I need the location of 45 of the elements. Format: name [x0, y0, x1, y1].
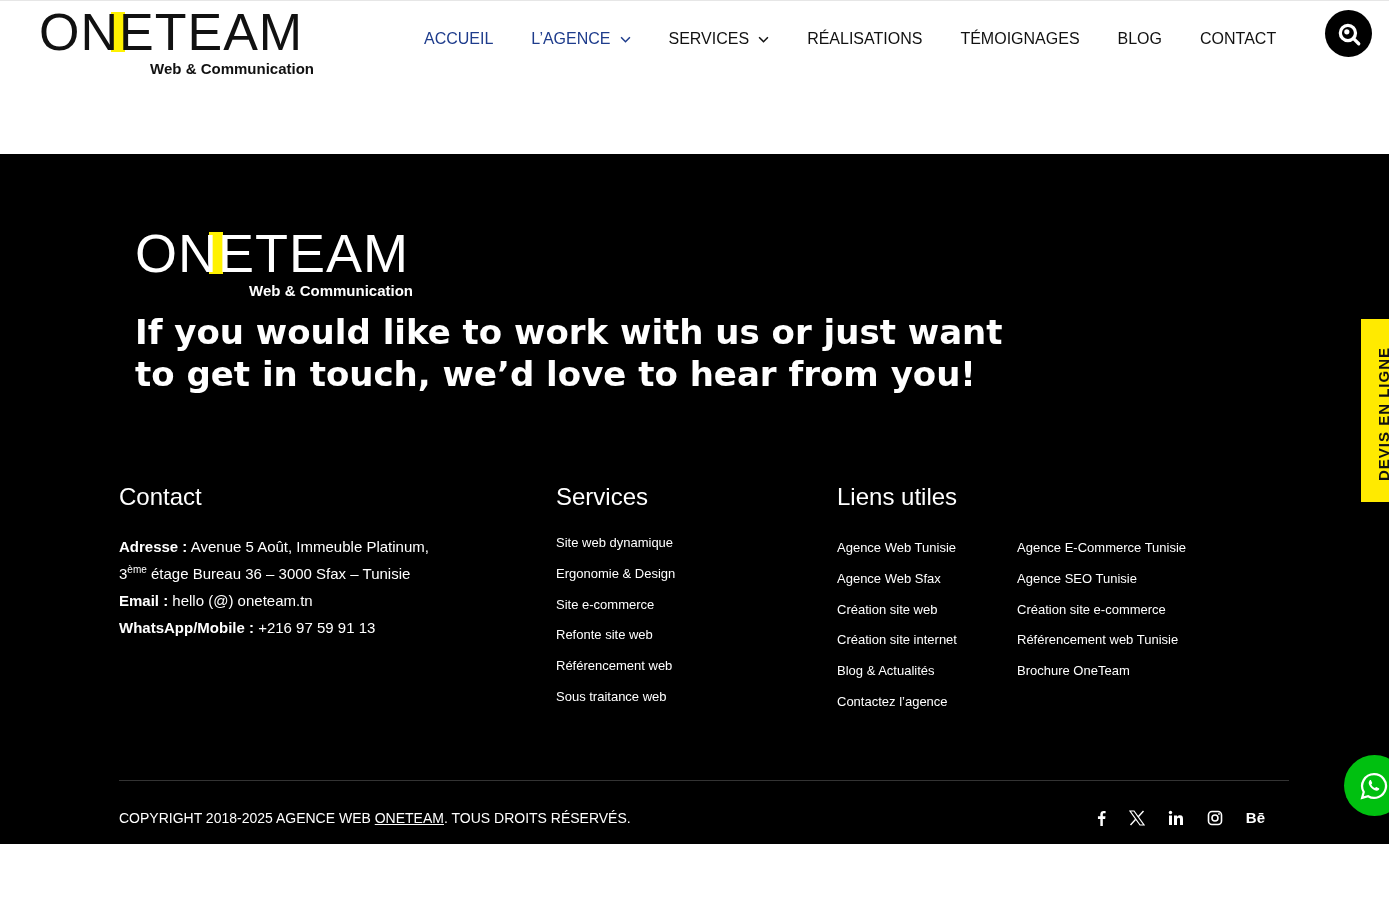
copyright-text: COPYRIGHT 2018-2025 AGENCE WEB ONETEAM. TOUS DROITS RÉSERVÉS.: [119, 809, 631, 826]
headline: If you would like to work with us or just want to get in touch, we’d love to hear from you!: [135, 311, 1004, 395]
footer-link[interactable]: Site e-commerce: [556, 596, 837, 613]
footer-link[interactable]: Brochure OneTeam: [1017, 663, 1197, 680]
footer-link[interactable]: Agence E-Commerce Tunisie: [1017, 540, 1197, 556]
footer-link[interactable]: Refonte site web: [556, 627, 837, 644]
footer-link[interactable]: Blog & Actualités: [837, 663, 1017, 680]
nav-link[interactable]: SERVICES: [668, 30, 770, 48]
search-button[interactable]: [1325, 10, 1372, 57]
footer-link[interactable]: Agence Web Tunisie: [837, 540, 1017, 556]
contact-line: Email : hello (@) oneteam.tn: [119, 591, 314, 611]
column-title: Liens utiles: [837, 483, 959, 511]
column-title: Services: [556, 483, 650, 511]
x-icon[interactable]: [1128, 809, 1145, 826]
behance-link[interactable]: Bē: [1245, 809, 1265, 827]
caret-icon: [619, 35, 631, 43]
column-title: Contact: [119, 483, 203, 511]
copyright-link[interactable]: ONETEAM: [374, 809, 444, 826]
footer-link[interactable]: Site web dynamique: [556, 535, 837, 551]
linkedin-icon[interactable]: [1167, 809, 1184, 826]
footer-link[interactable]: Contactez l’agence: [837, 694, 1017, 710]
nav-link[interactable]: TÉMOIGNAGES: [960, 30, 1080, 48]
logo-tagline: Web & Communication: [150, 60, 314, 77]
footer-link[interactable]: Sous traitance web: [556, 689, 837, 705]
footer-link[interactable]: Création site internet: [837, 632, 1017, 649]
logo-tagline: Web & Communication: [249, 282, 413, 299]
nav-link[interactable]: L’AGENCE: [531, 30, 631, 48]
footer-link[interactable]: Agence Web Sfax: [837, 570, 1017, 587]
contact-line: WhatsApp/Mobile : +216 97 59 91 13: [119, 618, 377, 638]
footer-link[interactable]: Création site web: [837, 601, 1017, 618]
caret-icon: [758, 35, 770, 43]
footer-link[interactable]: Référencement web Tunisie: [1017, 632, 1197, 649]
footer-link[interactable]: Agence SEO Tunisie: [1017, 570, 1197, 587]
nav-link[interactable]: BLOG: [1117, 30, 1162, 48]
facebook-icon[interactable]: [1096, 809, 1106, 826]
instagram-icon[interactable]: [1206, 809, 1223, 826]
whatsapp-icon: [1359, 770, 1389, 801]
footer-link[interactable]: Référencement web: [556, 658, 837, 675]
quote-tab[interactable]: DEVIS EN LIGNE: [1361, 319, 1389, 502]
whatsapp-button[interactable]: [1344, 755, 1389, 816]
nav-link[interactable]: CONTACT: [1200, 30, 1277, 48]
nav-link[interactable]: RÉALISATIONS: [807, 30, 923, 48]
footer-link[interactable]: Ergonomie & Design: [556, 565, 837, 582]
nav-link[interactable]: ACCUEIL: [424, 30, 494, 48]
footer-link[interactable]: Création site e-commerce: [1017, 601, 1197, 618]
